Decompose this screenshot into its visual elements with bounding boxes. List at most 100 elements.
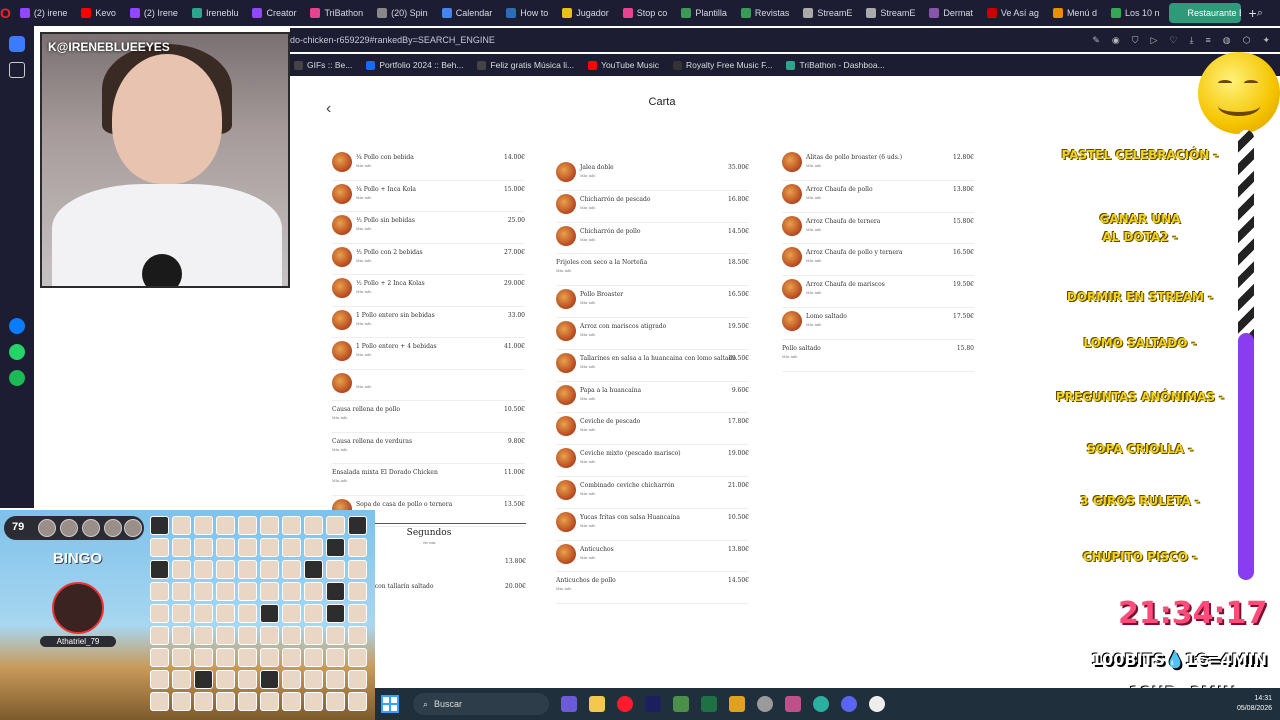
menu-item[interactable]: Ceviche de pescado Más info 17.80€ [556, 416, 759, 440]
app-icon[interactable] [813, 696, 829, 712]
url-text[interactable]: do-chicken-r659229#rankedBy=SEARCH_ENGIN… [290, 35, 495, 45]
bookmark-item[interactable]: Portfolio 2024 :: Beh... [366, 60, 463, 70]
more-info-link[interactable]: Más info [580, 301, 595, 305]
menu-item[interactable]: Arroz Chaufa de pollo y ternera Más info 1… [782, 247, 984, 271]
browser-tab[interactable]: Revistas [736, 3, 795, 23]
more-info-link[interactable]: Más info [356, 259, 371, 263]
browser-tab[interactable]: StreamE [861, 3, 920, 23]
ai-icon[interactable]: ✦ [1262, 35, 1270, 46]
opera-logo-icon[interactable]: O [0, 0, 11, 26]
more-info-link[interactable]: Más info [580, 492, 595, 496]
more-info-link[interactable]: Más info [580, 365, 595, 369]
more-info-link[interactable]: Más info [806, 323, 821, 327]
menu-item[interactable]: Jalea doble Más info 35.00€ [556, 162, 759, 186]
more-info-link[interactable]: Más info [580, 238, 595, 242]
spotify-icon[interactable] [9, 370, 25, 386]
opera-icon[interactable] [617, 696, 633, 712]
browser-tab[interactable]: Ireneblu [187, 3, 244, 23]
menu-item[interactable]: Arroz Chaufa de ternera Más info 15.80€ [782, 215, 984, 240]
browser-tab[interactable]: (20) Spin [372, 3, 433, 23]
file-explorer-icon[interactable] [589, 696, 605, 712]
more-info-link[interactable]: Más info [332, 479, 347, 483]
menu-item[interactable]: Papa a la huancaína Más info 9.60€ [556, 384, 759, 409]
browser-tab[interactable]: TriBathon [305, 3, 368, 23]
more-info-link[interactable]: Más info [356, 353, 371, 357]
menu-item[interactable]: Más info [332, 372, 535, 397]
menu-item[interactable]: Combinado ceviche chicharrón Más info 21.0… [556, 480, 759, 504]
menu-icon[interactable]: ≡ [1205, 35, 1210, 46]
more-info-link[interactable]: Más info [806, 228, 821, 232]
discord-icon[interactable] [841, 696, 857, 712]
address-bar[interactable]: do-chicken-r659229#rankedBy=SEARCH_ENGIN… [290, 28, 1280, 52]
menu-item[interactable]: ¼ Pollo con bebida Más info 14.00€ [332, 152, 535, 176]
play-icon[interactable]: ▷ [1150, 35, 1157, 46]
more-info-link[interactable]: Más info [356, 196, 371, 200]
menu-item[interactable]: Causa rellena de verduras Más info 9.80€ [332, 436, 535, 460]
excel-icon[interactable] [701, 696, 717, 712]
more-info-link[interactable]: Más info [356, 227, 371, 231]
menu-item[interactable]: Arroz Chaufa de pollo Más info 13.80€ [782, 183, 984, 208]
browser-tab[interactable]: Menú d [1048, 3, 1102, 23]
menu-item[interactable]: Arroz Chaufa de mariscos Más info 19.50€ [782, 279, 984, 303]
menu-item[interactable]: Ceviche mixto (pescado marisco) Más info 1… [556, 448, 759, 472]
more-info-link[interactable]: Más info [356, 385, 371, 389]
menu-item[interactable]: Causa rellena de pollo Más info 10.50€ [332, 404, 535, 428]
more-info-link[interactable]: Más info [580, 524, 595, 528]
menu-item[interactable]: Pollo Broaster Más info 16.50€ [556, 289, 759, 313]
menu-item[interactable]: Pollo saltado Más info 15.80 [782, 343, 984, 367]
taskbar-search[interactable]: ⌕ Buscar [413, 693, 549, 715]
browser-tab[interactable]: Creator [247, 3, 301, 23]
menu-item[interactable]: Arroz con mariscos atigrado Más info 19.50… [556, 321, 759, 345]
heart-icon[interactable]: ♡ [1169, 35, 1177, 46]
more-info-link[interactable]: Más info [580, 397, 595, 401]
browser-tab[interactable]: Restaurante El [1168, 3, 1241, 23]
menu-item[interactable]: Yucas fritas con salsa Huancaína Más info… [556, 511, 759, 536]
more-info-link[interactable]: Más info [580, 428, 595, 432]
menu-item[interactable]: ½ Pollo + 2 Inca Kolas Más info 29.00€ [332, 278, 535, 302]
profile-icon[interactable]: ◍ [1223, 35, 1231, 46]
bookmark-item[interactable]: YouTube Music [588, 60, 659, 70]
bookmark-item[interactable]: Royalty Free Music F... [673, 60, 772, 70]
more-info-link[interactable]: Más info [580, 556, 595, 560]
chatgpt-icon[interactable] [869, 696, 885, 712]
after-effects-icon[interactable] [645, 696, 661, 712]
browser-tab[interactable]: How to [501, 3, 553, 23]
extension-icon[interactable]: ⬡ [1243, 35, 1251, 46]
browser-tab[interactable]: Plantilla [676, 3, 732, 23]
more-info-link[interactable]: Más info [806, 259, 821, 263]
search-icon[interactable]: ⌕ [1257, 7, 1263, 20]
more-info-link[interactable]: Más info [782, 355, 797, 359]
messenger-icon[interactable] [9, 318, 25, 334]
menu-item[interactable]: Anticuchos Más info 13.80€ [556, 543, 759, 568]
more-info-link[interactable]: Más info [580, 206, 595, 210]
menu-item[interactable]: Lomo saltado Más info 17.50€ [782, 311, 984, 335]
more-info-link[interactable]: Más info [580, 174, 595, 178]
app-icon[interactable] [673, 696, 689, 712]
new-tab-button[interactable]: + [1249, 5, 1257, 21]
more-info-link[interactable]: Más info [556, 587, 571, 591]
system-clock[interactable]: 14:31 05/08/2026 [1237, 694, 1280, 714]
more-info-link[interactable]: Más info [332, 416, 347, 420]
star-icon[interactable] [9, 62, 25, 78]
more-info-link[interactable]: Más info [556, 269, 571, 273]
menu-item[interactable]: Frijoles con seco a la Norteña Más info 18… [556, 257, 759, 281]
bookmark-item[interactable]: Feliz gratis Música li... [477, 60, 574, 70]
home-icon[interactable] [9, 36, 25, 52]
copilot-icon[interactable] [561, 696, 577, 712]
browser-tab[interactable]: (2) Irene [125, 3, 183, 23]
more-info-link[interactable]: Más info [806, 164, 821, 168]
edit-icon[interactable]: ✎ [1092, 35, 1100, 46]
bookmark-item[interactable]: GIFs :: Be... [294, 60, 352, 70]
more-info-link[interactable]: Más info [806, 291, 821, 295]
browser-tab[interactable]: Kevo [76, 3, 121, 23]
menu-item[interactable]: Anticuchos de pollo Más info 14.50€ [556, 575, 759, 599]
browser-tab[interactable]: (2) irene [15, 3, 73, 23]
menu-item[interactable]: Chicharrón de pollo Más info 14.50€ [556, 225, 759, 250]
more-info-link[interactable]: Más info [356, 290, 371, 294]
browser-tab[interactable]: Los 10 n [1106, 3, 1165, 23]
more-info-link[interactable]: Más info [580, 460, 595, 464]
download-icon[interactable]: ⤓ [1189, 35, 1193, 46]
more-info-link[interactable]: Más info [332, 448, 347, 452]
app-icon[interactable] [729, 696, 745, 712]
more-info-link[interactable]: Más info [356, 164, 371, 168]
